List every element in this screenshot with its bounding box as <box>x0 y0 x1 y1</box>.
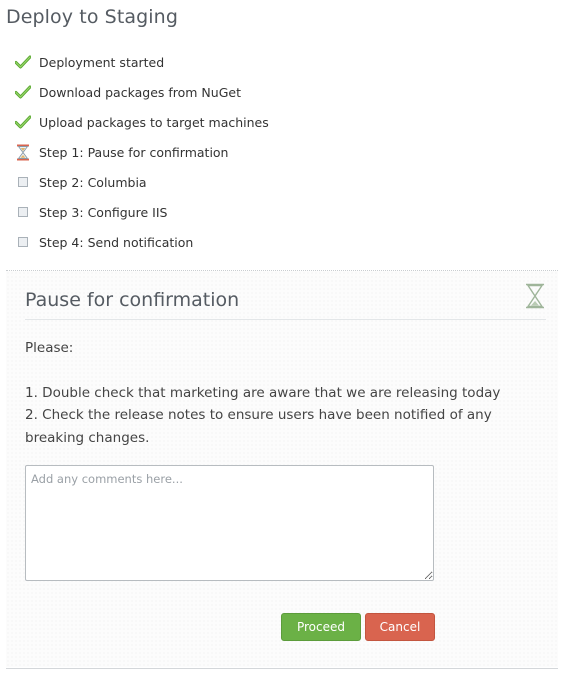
panel-title: Pause for confirmation <box>25 289 240 311</box>
cancel-button[interactable]: Cancel <box>365 613 435 641</box>
instructions-text: Please: 1. Double check that marketing a… <box>25 337 540 449</box>
step-upload-packages: Upload packages to target machines <box>14 107 269 137</box>
check-icon <box>14 53 32 71</box>
step-label: Step 3: Configure IIS <box>39 204 168 220</box>
step-label: Step 4: Send notification <box>39 234 194 250</box>
pending-square-icon <box>14 233 32 251</box>
step-label: Download packages from NuGet <box>39 84 241 100</box>
confirmation-panel: Pause for confirmation Please: 1. Double… <box>6 271 558 667</box>
instructions-item-2: 2. Check the release notes to ensure use… <box>25 407 492 446</box>
check-icon <box>14 83 32 101</box>
pending-square-icon <box>14 173 32 191</box>
comments-textarea[interactable] <box>25 465 434 581</box>
step-columbia: Step 2: Columbia <box>14 167 269 197</box>
instructions-item-1: 1. Double check that marketing are aware… <box>25 384 501 401</box>
step-pause-for-confirmation: Step 1: Pause for confirmation <box>14 137 269 167</box>
step-label: Deployment started <box>39 54 165 70</box>
hourglass-icon <box>14 143 32 161</box>
step-label: Upload packages to target machines <box>39 114 269 130</box>
proceed-button[interactable]: Proceed <box>281 613 361 641</box>
check-icon <box>14 113 32 131</box>
step-send-notification: Step 4: Send notification <box>14 227 269 257</box>
step-deployment-started: Deployment started <box>14 47 269 77</box>
instructions-intro: Please: <box>25 340 74 356</box>
page-title: Deploy to Staging <box>6 6 178 28</box>
bottom-divider <box>6 668 558 669</box>
hourglass-icon <box>525 283 545 313</box>
step-download-packages: Download packages from NuGet <box>14 77 269 107</box>
pending-square-icon <box>14 203 32 221</box>
deployment-steps-list: Deployment started Download packages fro… <box>14 47 269 257</box>
step-configure-iis: Step 3: Configure IIS <box>14 197 269 227</box>
panel-title-rule <box>25 319 546 320</box>
step-label: Step 2: Columbia <box>39 174 147 190</box>
step-label: Step 1: Pause for confirmation <box>39 144 229 160</box>
